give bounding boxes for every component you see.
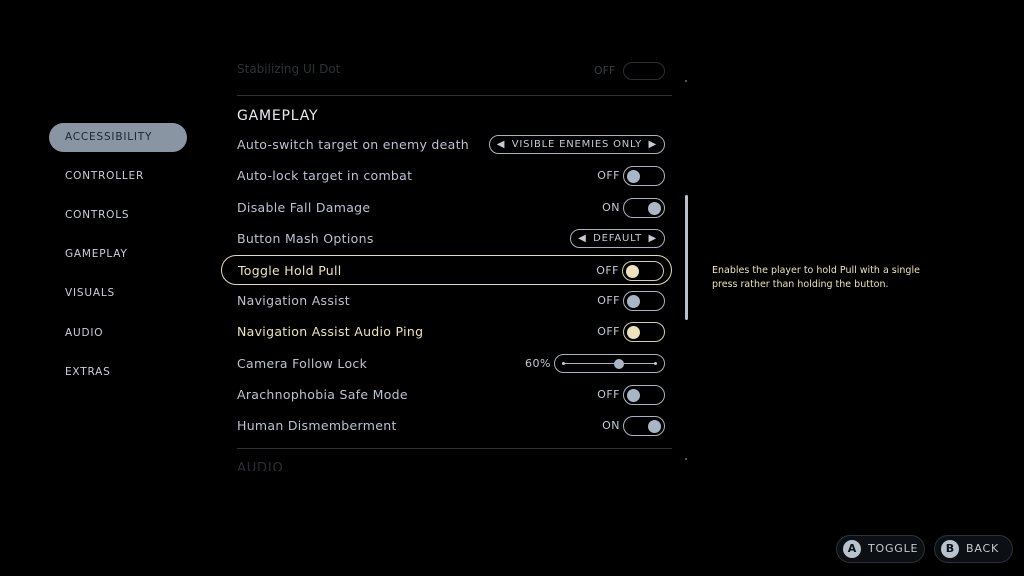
setting-label: Camera Follow Lock xyxy=(237,356,368,371)
setting-row-disable-fall-damage[interactable]: Disable Fall Damage ON xyxy=(221,193,672,223)
toggle-switch[interactable] xyxy=(623,416,665,436)
faded-setting-label: Stabilizing UI Dot xyxy=(237,62,341,76)
setting-description: Enables the player to hold Pull with a s… xyxy=(712,265,920,290)
setting-row-navigation-assist-audio-ping[interactable]: Navigation Assist Audio Ping OFF xyxy=(221,317,672,347)
back-button[interactable]: B BACK xyxy=(934,535,1013,563)
setting-row-navigation-assist[interactable]: Navigation Assist OFF xyxy=(221,286,672,316)
setting-label: Auto-lock target in combat xyxy=(237,168,413,183)
section-divider xyxy=(237,448,672,449)
arrow-left-icon[interactable]: ◀ xyxy=(578,230,587,247)
selected-option: VISIBLE ENEMIES ONLY xyxy=(511,139,642,150)
setting-label: Disable Fall Damage xyxy=(237,200,371,215)
setting-label: Navigation Assist xyxy=(237,293,350,308)
setting-label: Auto-switch target on enemy death xyxy=(237,137,470,152)
slider-thumb[interactable] xyxy=(613,359,624,369)
section-divider xyxy=(237,95,672,96)
toggle-knob xyxy=(627,388,640,402)
setting-label: Human Dismemberment xyxy=(237,418,397,433)
setting-row-auto-lock-target-in-combat[interactable]: Auto-lock target in combat OFF xyxy=(221,161,672,191)
setting-label: Arachnophobia Safe Mode xyxy=(237,387,408,402)
sidebar-item-controller[interactable]: CONTROLLER xyxy=(49,162,187,191)
setting-row-button-mash-options[interactable]: Button Mash Options ◀ DEFAULT ▶ xyxy=(221,224,672,254)
toggle-button[interactable]: A TOGGLE xyxy=(836,535,925,563)
scrollbar[interactable] xyxy=(685,80,688,460)
camera-follow-slider[interactable] xyxy=(554,354,665,373)
setting-row-human-dismemberment[interactable]: Human Dismemberment ON xyxy=(221,411,672,441)
toggle-knob xyxy=(626,264,639,278)
option-selector[interactable]: ◀ VISIBLE ENEMIES ONLY ▶ xyxy=(488,135,665,154)
toggle-state: OFF xyxy=(597,388,620,401)
toggle-state: ON xyxy=(602,419,620,432)
scrollbar-bottom-dot xyxy=(685,458,687,460)
toggle-state: OFF xyxy=(596,264,619,277)
sidebar-item-gameplay[interactable]: GAMEPLAY xyxy=(49,240,187,269)
sidebar-item-accessibility[interactable]: ACCESSIBILITY xyxy=(49,123,187,152)
scrollbar-thumb[interactable] xyxy=(685,195,688,320)
toggle-state: OFF xyxy=(597,169,620,182)
slider-value: 60% xyxy=(525,357,551,370)
selected-option: DEFAULT xyxy=(593,233,642,244)
sidebar-item-extras[interactable]: EXTRAS xyxy=(49,358,187,387)
slider-min-dot xyxy=(562,361,565,365)
arrow-right-icon[interactable]: ▶ xyxy=(649,136,658,153)
sidebar-item-audio[interactable]: AUDIO xyxy=(49,319,187,348)
slider-track xyxy=(564,363,655,364)
toggle-state: OFF xyxy=(597,294,620,307)
slider-max-dot xyxy=(654,361,657,365)
toggle-switch[interactable] xyxy=(623,166,665,186)
option-selector[interactable]: ◀ DEFAULT ▶ xyxy=(570,229,665,248)
faded-setting-value: OFF xyxy=(594,64,616,77)
arrow-left-icon[interactable]: ◀ xyxy=(497,136,506,153)
toggle-state: OFF xyxy=(597,325,620,338)
setting-label: Button Mash Options xyxy=(237,231,374,246)
faded-section-title: AUDIO xyxy=(237,461,284,471)
toggle-switch[interactable] xyxy=(623,291,665,311)
toggle-knob xyxy=(627,169,640,183)
setting-label: Navigation Assist Audio Ping xyxy=(237,324,424,339)
toggle-switch[interactable] xyxy=(622,261,664,281)
faded-toggle xyxy=(623,62,665,80)
sidebar-item-controls[interactable]: CONTROLS xyxy=(49,201,187,230)
toggle-state: ON xyxy=(602,201,620,214)
setting-row-toggle-hold-pull[interactable]: Toggle Hold Pull OFF xyxy=(221,255,672,285)
setting-row-auto-switch-target-on-enemy-death[interactable]: Auto-switch target on enemy death ◀ VISIBL… xyxy=(221,130,672,160)
toggle-knob xyxy=(627,325,640,339)
a-button-icon: A xyxy=(843,540,861,558)
setting-label: Toggle Hold Pull xyxy=(238,263,342,278)
section-title: GAMEPLAY xyxy=(237,108,319,124)
scrollbar-top-dot xyxy=(685,80,687,82)
toggle-switch[interactable] xyxy=(623,198,665,218)
toggle-knob xyxy=(648,419,661,433)
toggle-switch[interactable] xyxy=(623,322,665,342)
b-button-icon: B xyxy=(941,540,959,558)
setting-row-camera-follow-lock[interactable]: Camera Follow Lock 60% xyxy=(221,349,672,379)
sidebar-item-visuals[interactable]: VISUALS xyxy=(49,279,187,308)
setting-row-arachnophobia-safe-mode[interactable]: Arachnophobia Safe Mode OFF xyxy=(221,380,672,410)
toggle-switch[interactable] xyxy=(623,385,665,405)
arrow-right-icon[interactable]: ▶ xyxy=(649,230,658,247)
back-label: BACK xyxy=(966,542,999,555)
toggle-label: TOGGLE xyxy=(868,542,919,555)
toggle-knob xyxy=(648,201,661,215)
toggle-knob xyxy=(627,294,640,308)
